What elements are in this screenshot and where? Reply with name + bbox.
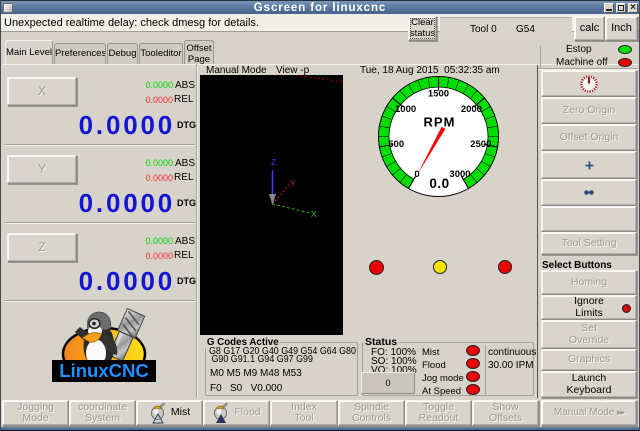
svg-text:3000: 3000 bbox=[449, 169, 470, 180]
svg-text:X: X bbox=[311, 209, 317, 219]
svg-text:Z: Z bbox=[271, 157, 276, 167]
svg-text:Y: Y bbox=[290, 178, 296, 188]
svg-text:2500: 2500 bbox=[470, 139, 491, 150]
svg-text:500: 500 bbox=[388, 139, 404, 150]
svg-text:RPM: RPM bbox=[424, 115, 456, 130]
svg-text:1000: 1000 bbox=[395, 104, 416, 115]
svg-text:LinuxCNC: LinuxCNC bbox=[59, 360, 148, 381]
svg-text:2000: 2000 bbox=[461, 104, 482, 115]
svg-text:0.0: 0.0 bbox=[429, 176, 449, 191]
svg-text:1500: 1500 bbox=[428, 89, 449, 100]
svg-text:0: 0 bbox=[414, 169, 419, 180]
